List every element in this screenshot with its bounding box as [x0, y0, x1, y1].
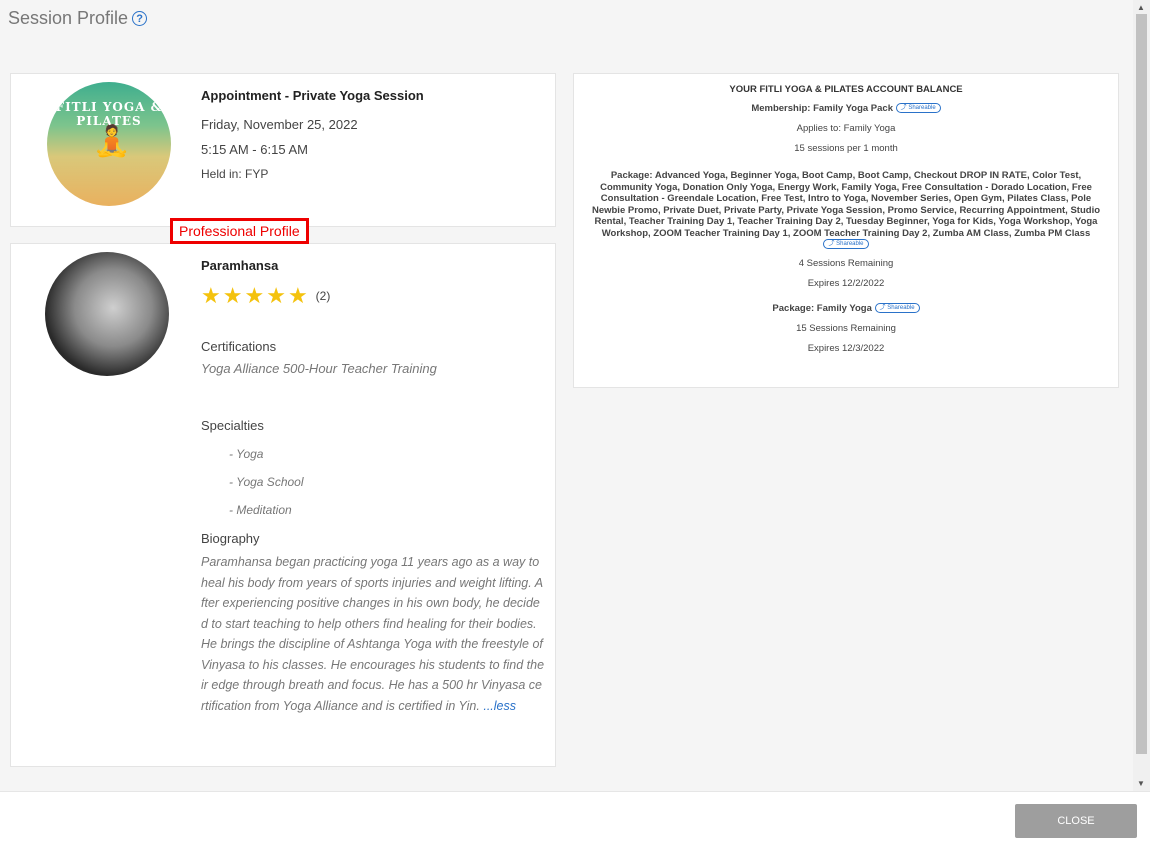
professional-card: Paramhansa ★ ★ ★ ★ ★ (2) Certifications … — [10, 243, 556, 767]
membership-sessions: 15 sessions per 1 month — [794, 143, 898, 154]
biography-text: Paramhansa began practicing yoga 11 year… — [201, 552, 546, 716]
professional-content: Paramhansa ★ ★ ★ ★ ★ (2) Certifications … — [201, 258, 546, 716]
help-icon[interactable]: ? — [132, 11, 148, 26]
shareable-badge-text: Shareable — [908, 105, 936, 112]
specialty-item: - Yoga School — [229, 475, 304, 489]
package-label: Package: Advanced Yoga, Beginner Yoga, B… — [591, 170, 1101, 239]
certification-value: Yoga Alliance 500-Hour Teacher Training — [201, 361, 437, 376]
avatar — [45, 252, 169, 376]
package-line: Package: Advanced Yoga, Beginner Yoga, B… — [584, 170, 1108, 251]
footer-divider — [0, 791, 1150, 792]
rating-count: (2) — [315, 289, 331, 303]
biography-heading: Biography — [201, 531, 260, 546]
shareable-badge: ⤴ Shareable — [823, 239, 869, 250]
membership-line: Membership: Family Yoga Pack ⤴ Shareable — [584, 103, 1108, 114]
package-remaining: 15 Sessions Remaining — [796, 322, 896, 334]
scroll-thumb[interactable] — [1136, 14, 1147, 754]
star-icon: ★ — [222, 283, 243, 308]
share-icon: ⤴ — [900, 105, 907, 112]
shareable-badge: ⤴ Shareable — [874, 302, 920, 313]
package-expires: Expires 12/2/2022 — [807, 277, 885, 289]
biography-body: Paramhansa began practicing yoga 11 year… — [201, 555, 545, 713]
specialty-item: - Meditation — [229, 503, 292, 517]
vertical-scrollbar[interactable]: ▲ ▼ — [1133, 0, 1150, 791]
specialty-item: - Yoga — [229, 447, 264, 461]
scroll-up-icon[interactable]: ▲ — [1137, 3, 1145, 12]
membership-label: Membership: Family Yoga Pack — [751, 103, 893, 114]
studio-logo: FITLI YOGA & PILATES 🧘 — [47, 82, 171, 206]
share-icon: ⤴ — [879, 304, 886, 311]
certifications-heading: Certifications — [201, 339, 277, 354]
close-button[interactable]: CLOSE — [1015, 804, 1137, 838]
modal-body: Session Profile ? FITLI YOGA & PILATES 🧘… — [0, 0, 1133, 791]
star-icon: ★ — [201, 283, 221, 308]
meditation-figure-icon: 🧘 — [93, 125, 131, 158]
balance-content: YOUR FITLI YOGA & PILATES ACCOUNT BALANC… — [584, 84, 1108, 363]
package-expires: Expires 12/3/2022 — [807, 342, 885, 354]
professional-name: Paramhansa — [201, 258, 279, 273]
star-icon: ★ — [266, 283, 286, 308]
membership-applies-to: Applies to: Family Yoga — [796, 123, 896, 134]
appointment-title: Appointment - Private Yoga Session — [201, 88, 424, 103]
appointment-location: Held in: FYP — [201, 167, 269, 181]
appointment-date: Friday, November 25, 2022 — [201, 117, 358, 132]
package-label: Package: Family Yoga — [772, 302, 872, 314]
share-icon: ⤴ — [828, 241, 835, 248]
page-title: Session Profile ? — [8, 8, 148, 29]
shareable-badge-text: Shareable — [887, 304, 915, 311]
account-balance-card: YOUR FITLI YOGA & PILATES ACCOUNT BALANC… — [573, 73, 1119, 388]
balance-title: YOUR FITLI YOGA & PILATES ACCOUNT BALANC… — [729, 84, 963, 95]
professional-profile-label: Professional Profile — [170, 218, 309, 244]
specialties-heading: Specialties — [201, 418, 264, 433]
package-line: Package: Family Yoga ⤴ Shareable — [584, 303, 1108, 314]
page-title-text: Session Profile — [8, 8, 129, 28]
appointment-card: FITLI YOGA & PILATES 🧘 Appointment - Pri… — [10, 73, 556, 227]
appointment-info: Appointment - Private Yoga Session Frida… — [201, 88, 424, 191]
scroll-down-icon[interactable]: ▼ — [1137, 779, 1145, 788]
appointment-time: 5:15 AM - 6:15 AM — [201, 142, 308, 157]
star-icon: ★ — [244, 283, 265, 308]
star-icon: ★ — [287, 283, 308, 308]
shareable-badge: ⤴ Shareable — [895, 103, 941, 114]
shareable-badge-text: Shareable — [836, 241, 864, 248]
less-link[interactable]: ...less — [483, 699, 516, 713]
package-remaining: 4 Sessions Remaining — [798, 257, 894, 269]
rating: ★ ★ ★ ★ ★ (2) — [201, 285, 546, 307]
